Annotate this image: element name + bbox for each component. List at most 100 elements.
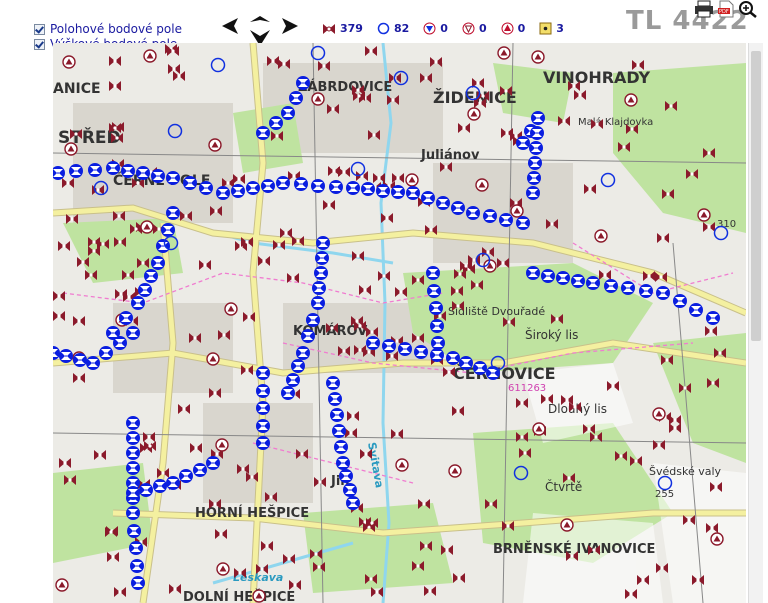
leveling-point-marker[interactable] bbox=[294, 177, 308, 191]
leveling-point-marker[interactable] bbox=[398, 342, 412, 356]
count-trig[interactable]: 379 bbox=[322, 22, 363, 35]
triangulation-point-marker[interactable] bbox=[224, 302, 238, 316]
leveling-point-marker[interactable] bbox=[316, 236, 330, 250]
leveling-point-marker[interactable] bbox=[621, 281, 635, 295]
leveling-point-marker[interactable] bbox=[131, 296, 145, 310]
leveling-point-marker[interactable] bbox=[541, 269, 555, 283]
leveling-point-marker[interactable] bbox=[526, 186, 540, 200]
leveling-point-marker[interactable] bbox=[256, 384, 270, 398]
leveling-point-marker[interactable] bbox=[183, 176, 197, 190]
pan-right-icon[interactable] bbox=[282, 18, 298, 34]
triangulation-point-marker[interactable] bbox=[475, 178, 489, 192]
leveling-point-marker[interactable] bbox=[126, 461, 140, 475]
pdf-icon[interactable]: PDF bbox=[716, 0, 736, 18]
triangulation-point-marker[interactable] bbox=[510, 204, 524, 218]
leveling-point-marker[interactable] bbox=[127, 524, 141, 538]
leveling-point-marker[interactable] bbox=[314, 266, 328, 280]
leveling-point-marker[interactable] bbox=[69, 164, 83, 178]
leveling-point-marker[interactable] bbox=[166, 476, 180, 490]
leveling-point-marker[interactable] bbox=[499, 213, 513, 227]
triangulation-point-marker[interactable] bbox=[395, 458, 409, 472]
leveling-point-marker[interactable] bbox=[421, 191, 435, 205]
triangulation-point-marker[interactable] bbox=[216, 562, 230, 576]
leveling-point-marker[interactable] bbox=[256, 126, 270, 140]
leveling-point-marker[interactable] bbox=[328, 392, 342, 406]
leveling-point-marker[interactable] bbox=[106, 161, 120, 175]
leveling-point-marker[interactable] bbox=[269, 116, 283, 130]
map-view[interactable]: VINOHRADY ŽIDENICE ZÁBRDOVICE STŘED ČERN… bbox=[53, 43, 746, 603]
leveling-point-marker[interactable] bbox=[153, 479, 167, 493]
print-icon[interactable] bbox=[694, 0, 714, 18]
leveling-point-marker[interactable] bbox=[129, 541, 143, 555]
leveling-point-marker[interactable] bbox=[571, 274, 585, 288]
leveling-point-marker[interactable] bbox=[126, 486, 140, 500]
leveling-point-marker[interactable] bbox=[286, 373, 300, 387]
leveling-point-marker[interactable] bbox=[530, 126, 544, 140]
leveling-point-marker[interactable] bbox=[430, 319, 444, 333]
leveling-point-marker[interactable] bbox=[531, 111, 545, 125]
scrollbar-thumb[interactable] bbox=[751, 51, 761, 341]
leveling-point-marker[interactable] bbox=[119, 311, 133, 325]
leveling-point-marker[interactable] bbox=[193, 463, 207, 477]
leveling-point-marker[interactable] bbox=[59, 349, 73, 363]
leveling-point-marker[interactable] bbox=[126, 431, 140, 445]
pan-up-icon[interactable] bbox=[250, 16, 270, 22]
leveling-point-marker[interactable] bbox=[376, 184, 390, 198]
leveling-point-marker[interactable] bbox=[427, 284, 441, 298]
triangulation-point-marker[interactable] bbox=[140, 220, 154, 234]
leveling-point-marker[interactable] bbox=[144, 269, 158, 283]
triangulation-point-marker[interactable] bbox=[594, 229, 608, 243]
triangulation-point-marker[interactable] bbox=[252, 589, 266, 603]
triangulation-point-marker[interactable] bbox=[697, 208, 711, 222]
leveling-point-marker[interactable] bbox=[529, 141, 543, 155]
leveling-point-marker[interactable] bbox=[311, 179, 325, 193]
count-circle[interactable]: 82 bbox=[377, 22, 409, 35]
leveling-point-marker[interactable] bbox=[276, 176, 290, 190]
leveling-point-marker[interactable] bbox=[126, 416, 140, 430]
leveling-point-marker[interactable] bbox=[436, 196, 450, 210]
leveling-point-marker[interactable] bbox=[459, 356, 473, 370]
leveling-point-marker[interactable] bbox=[391, 185, 405, 199]
leveling-point-marker[interactable] bbox=[526, 266, 540, 280]
leveling-point-marker[interactable] bbox=[586, 276, 600, 290]
triangulation-point-marker[interactable] bbox=[62, 55, 76, 69]
triangulation-point-marker[interactable] bbox=[532, 422, 546, 436]
triangulation-point-marker[interactable] bbox=[448, 464, 462, 478]
leveling-point-marker[interactable] bbox=[256, 419, 270, 433]
leveling-point-marker[interactable] bbox=[256, 401, 270, 415]
leveling-point-marker[interactable] bbox=[706, 311, 720, 325]
count-shield[interactable]: 0 bbox=[462, 22, 487, 35]
leveling-point-marker[interactable] bbox=[256, 366, 270, 380]
leveling-point-marker[interactable] bbox=[166, 171, 180, 185]
leveling-point-marker[interactable] bbox=[326, 376, 340, 390]
leveling-point-marker[interactable] bbox=[343, 483, 357, 497]
leveling-point-marker[interactable] bbox=[346, 496, 360, 510]
leveling-point-marker[interactable] bbox=[556, 271, 570, 285]
leveling-point-marker[interactable] bbox=[166, 206, 180, 220]
triangulation-point-marker[interactable] bbox=[560, 518, 574, 532]
leveling-point-marker[interactable] bbox=[138, 283, 152, 297]
leveling-point-marker[interactable] bbox=[151, 256, 165, 270]
leveling-point-marker[interactable] bbox=[336, 456, 350, 470]
triangulation-point-marker[interactable] bbox=[143, 49, 157, 63]
leveling-point-marker[interactable] bbox=[161, 223, 175, 237]
leveling-point-marker[interactable] bbox=[86, 356, 100, 370]
leveling-point-marker[interactable] bbox=[121, 164, 135, 178]
triangulation-point-marker[interactable] bbox=[206, 352, 220, 366]
leveling-point-marker[interactable] bbox=[306, 313, 320, 327]
leveling-point-marker[interactable] bbox=[131, 576, 145, 590]
leveling-point-marker[interactable] bbox=[296, 346, 310, 360]
triangulation-point-marker[interactable] bbox=[55, 578, 69, 592]
leveling-point-marker[interactable] bbox=[329, 180, 343, 194]
leveling-point-marker[interactable] bbox=[88, 163, 102, 177]
leveling-point-marker[interactable] bbox=[339, 469, 353, 483]
leveling-point-marker[interactable] bbox=[516, 216, 530, 230]
vertical-scrollbar[interactable] bbox=[748, 43, 763, 603]
leveling-point-marker[interactable] bbox=[528, 156, 542, 170]
leveling-point-marker[interactable] bbox=[216, 186, 230, 200]
triangulation-point-marker[interactable] bbox=[215, 438, 229, 452]
leveling-point-marker[interactable] bbox=[406, 186, 420, 200]
leveling-point-marker[interactable] bbox=[431, 336, 445, 350]
triangulation-point-marker[interactable] bbox=[497, 46, 511, 60]
triangulation-point-marker[interactable] bbox=[467, 107, 481, 121]
